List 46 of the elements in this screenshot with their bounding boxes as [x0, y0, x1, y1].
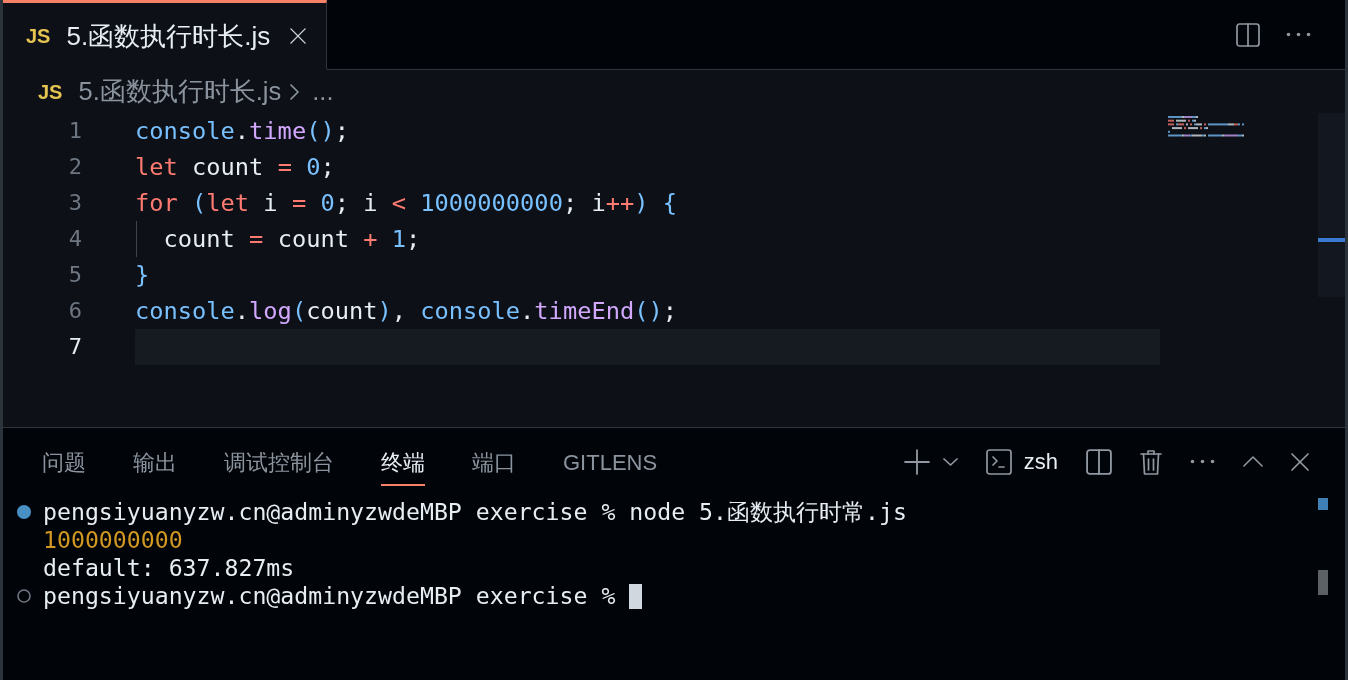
terminal-icon [985, 448, 1012, 475]
more-icon[interactable] [1286, 32, 1311, 37]
chevron-right-icon [290, 83, 300, 100]
close-icon[interactable] [1291, 452, 1309, 471]
chevron-down-icon[interactable] [942, 457, 958, 466]
panel-tab[interactable]: 问题 [42, 441, 86, 486]
file-type-label: JS [38, 79, 63, 105]
split-terminal-icon[interactable] [1086, 448, 1112, 475]
code-line: let count = 0; [135, 152, 336, 183]
terminal-line: pengsiyuanyzw.cn@adminyzwdeMBP exercise % [43, 582, 616, 610]
status-dot-icon [17, 505, 31, 519]
code-line: } [135, 260, 151, 291]
plus-icon[interactable] [903, 448, 930, 475]
line-number: 4 [67, 225, 82, 253]
line-number: 3 [67, 189, 82, 217]
breadcrumb-item[interactable]: ... [312, 72, 334, 111]
terminal-line: 1000000000 [43, 526, 183, 554]
file-type-label: JS [26, 24, 51, 49]
chevron-up-icon[interactable] [1243, 456, 1263, 467]
more-icon[interactable] [1190, 459, 1215, 464]
terminal-line: pengsiyuanyzw.cn@adminyzwdeMBP exercise % node 5.函数执行时常.js [43, 498, 907, 526]
cursor-position-marker [1318, 238, 1345, 242]
panel-tab[interactable]: 输出 [133, 441, 177, 486]
editor-tab[interactable]: JS 5.函数执行时长.js [3, 0, 328, 70]
line-number: 6 [67, 297, 82, 325]
line-number: 2 [67, 153, 82, 181]
code-line: for (let i = 0; i < 1000000000; i++) { [135, 188, 679, 219]
line-number: 5 [67, 261, 82, 289]
close-icon[interactable] [290, 28, 307, 44]
scrollbar-thumb[interactable] [1318, 570, 1328, 595]
breadcrumb-item[interactable]: JS 5.函数执行时长.js [38, 72, 282, 111]
split-editor-icon[interactable] [1236, 22, 1260, 47]
line-number: 7 [67, 333, 82, 361]
terminal-picker[interactable]: zsh [985, 445, 1058, 478]
scrollbar-thumb[interactable] [1318, 113, 1345, 297]
trash-icon[interactable] [1140, 448, 1162, 475]
overview-marker [1318, 498, 1328, 510]
panel-tab[interactable]: 调试控制台 [224, 441, 334, 486]
status-ring-icon [17, 589, 31, 603]
code-line: console.log(count), console.timeEnd(); [135, 296, 678, 327]
panel-tab[interactable]: GITLENS [563, 441, 658, 486]
code-line: console.time(); [135, 116, 350, 147]
panel-tab[interactable]: 端口 [472, 441, 516, 486]
terminal-line: default: 637.827ms [43, 554, 295, 582]
line-number: 1 [67, 117, 82, 145]
panel-tab[interactable]: 终端 [381, 441, 425, 486]
